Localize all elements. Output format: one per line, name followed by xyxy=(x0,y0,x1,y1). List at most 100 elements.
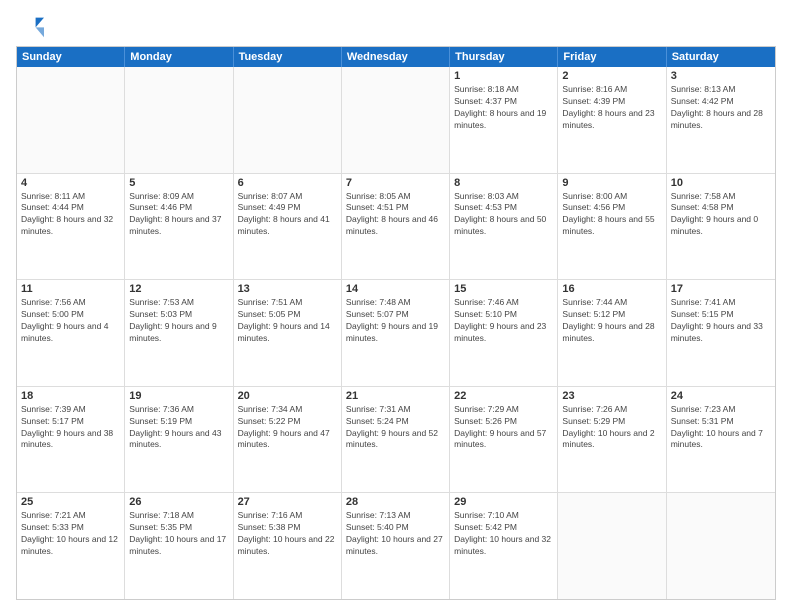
cal-cell: 28 Sunrise: 7:13 AMSunset: 5:40 PMDayligh… xyxy=(342,493,450,599)
day-info: Sunrise: 8:18 AMSunset: 4:37 PMDaylight:… xyxy=(454,84,553,132)
cal-cell xyxy=(667,493,775,599)
cal-cell: 17 Sunrise: 7:41 AMSunset: 5:15 PMDayligh… xyxy=(667,280,775,386)
day-number: 15 xyxy=(454,283,553,295)
day-number: 3 xyxy=(671,70,771,82)
day-number: 14 xyxy=(346,283,445,295)
day-number: 2 xyxy=(562,70,661,82)
day-info: Sunrise: 8:07 AMSunset: 4:49 PMDaylight:… xyxy=(238,191,337,239)
calendar-week-1: 1 Sunrise: 8:18 AMSunset: 4:37 PMDaylight… xyxy=(17,67,775,174)
day-number: 28 xyxy=(346,496,445,508)
day-info: Sunrise: 7:13 AMSunset: 5:40 PMDaylight:… xyxy=(346,510,445,558)
day-info: Sunrise: 7:16 AMSunset: 5:38 PMDaylight:… xyxy=(238,510,337,558)
day-info: Sunrise: 8:16 AMSunset: 4:39 PMDaylight:… xyxy=(562,84,661,132)
day-number: 6 xyxy=(238,177,337,189)
header-cell-wednesday: Wednesday xyxy=(342,47,450,67)
day-info: Sunrise: 7:53 AMSunset: 5:03 PMDaylight:… xyxy=(129,297,228,345)
day-info: Sunrise: 7:23 AMSunset: 5:31 PMDaylight:… xyxy=(671,404,771,452)
day-number: 13 xyxy=(238,283,337,295)
page: SundayMondayTuesdayWednesdayThursdayFrid… xyxy=(0,0,792,612)
day-info: Sunrise: 7:36 AMSunset: 5:19 PMDaylight:… xyxy=(129,404,228,452)
day-number: 1 xyxy=(454,70,553,82)
day-info: Sunrise: 7:21 AMSunset: 5:33 PMDaylight:… xyxy=(21,510,120,558)
calendar-week-5: 25 Sunrise: 7:21 AMSunset: 5:33 PMDayligh… xyxy=(17,493,775,599)
day-number: 19 xyxy=(129,390,228,402)
cal-cell: 15Sunrise: 7:46 AMSunset: 5:10 PMDayligh… xyxy=(450,280,558,386)
day-info: Sunrise: 7:10 AMSunset: 5:42 PMDaylight:… xyxy=(454,510,553,558)
cal-cell xyxy=(125,67,233,173)
cal-cell: 19 Sunrise: 7:36 AMSunset: 5:19 PMDayligh… xyxy=(125,387,233,493)
cal-cell: 5Sunrise: 8:09 AMSunset: 4:46 PMDaylight… xyxy=(125,174,233,280)
day-number: 21 xyxy=(346,390,445,402)
day-number: 10 xyxy=(671,177,771,189)
cal-cell: 21 Sunrise: 7:31 AMSunset: 5:24 PMDayligh… xyxy=(342,387,450,493)
day-info: Sunrise: 7:34 AMSunset: 5:22 PMDaylight:… xyxy=(238,404,337,452)
day-number: 9 xyxy=(562,177,661,189)
day-number: 24 xyxy=(671,390,771,402)
header-cell-friday: Friday xyxy=(558,47,666,67)
calendar-week-3: 11 Sunrise: 7:56 AMSunset: 5:00 PMDayligh… xyxy=(17,280,775,387)
logo-icon xyxy=(16,12,44,40)
day-info: Sunrise: 8:11 AMSunset: 4:44 PMDaylight:… xyxy=(21,191,120,239)
cal-cell: 18 Sunrise: 7:39 AMSunset: 5:17 PMDayligh… xyxy=(17,387,125,493)
header-cell-tuesday: Tuesday xyxy=(234,47,342,67)
logo xyxy=(16,12,48,40)
cal-cell: 6 Sunrise: 8:07 AMSunset: 4:49 PMDaylight… xyxy=(234,174,342,280)
header xyxy=(16,12,776,40)
cal-cell: 11 Sunrise: 7:56 AMSunset: 5:00 PMDayligh… xyxy=(17,280,125,386)
calendar-week-2: 4 Sunrise: 8:11 AMSunset: 4:44 PMDaylight… xyxy=(17,174,775,281)
day-info: Sunrise: 8:03 AMSunset: 4:53 PMDaylight:… xyxy=(454,191,553,239)
day-number: 18 xyxy=(21,390,120,402)
day-number: 4 xyxy=(21,177,120,189)
cal-cell: 26 Sunrise: 7:18 AMSunset: 5:35 PMDayligh… xyxy=(125,493,233,599)
day-info: Sunrise: 7:26 AMSunset: 5:29 PMDaylight:… xyxy=(562,404,661,452)
day-info: Sunrise: 7:51 AMSunset: 5:05 PMDaylight:… xyxy=(238,297,337,345)
header-cell-monday: Monday xyxy=(125,47,233,67)
cal-cell: 16Sunrise: 7:44 AMSunset: 5:12 PMDayligh… xyxy=(558,280,666,386)
cal-cell xyxy=(17,67,125,173)
day-number: 23 xyxy=(562,390,661,402)
day-number: 17 xyxy=(671,283,771,295)
header-cell-saturday: Saturday xyxy=(667,47,775,67)
cal-cell xyxy=(558,493,666,599)
day-info: Sunrise: 7:41 AMSunset: 5:15 PMDaylight:… xyxy=(671,297,771,345)
day-number: 8 xyxy=(454,177,553,189)
cal-cell: 3 Sunrise: 8:13 AMSunset: 4:42 PMDaylight… xyxy=(667,67,775,173)
day-info: Sunrise: 7:58 AMSunset: 4:58 PMDaylight:… xyxy=(671,191,771,239)
day-info: Sunrise: 7:48 AMSunset: 5:07 PMDaylight:… xyxy=(346,297,445,345)
day-number: 11 xyxy=(21,283,120,295)
cal-cell: 13 Sunrise: 7:51 AMSunset: 5:05 PMDayligh… xyxy=(234,280,342,386)
cal-cell: 7 Sunrise: 8:05 AMSunset: 4:51 PMDaylight… xyxy=(342,174,450,280)
day-number: 7 xyxy=(346,177,445,189)
cal-cell: 4 Sunrise: 8:11 AMSunset: 4:44 PMDaylight… xyxy=(17,174,125,280)
cal-cell: 14 Sunrise: 7:48 AMSunset: 5:07 PMDayligh… xyxy=(342,280,450,386)
calendar-header: SundayMondayTuesdayWednesdayThursdayFrid… xyxy=(17,47,775,67)
cal-cell: 22 Sunrise: 7:29 AMSunset: 5:26 PMDayligh… xyxy=(450,387,558,493)
cal-cell: 25 Sunrise: 7:21 AMSunset: 5:33 PMDayligh… xyxy=(17,493,125,599)
day-number: 26 xyxy=(129,496,228,508)
day-info: Sunrise: 7:31 AMSunset: 5:24 PMDaylight:… xyxy=(346,404,445,452)
cal-cell xyxy=(342,67,450,173)
day-number: 20 xyxy=(238,390,337,402)
cal-cell: 23 Sunrise: 7:26 AMSunset: 5:29 PMDayligh… xyxy=(558,387,666,493)
cal-cell: 2 Sunrise: 8:16 AMSunset: 4:39 PMDaylight… xyxy=(558,67,666,173)
day-info: Sunrise: 8:00 AMSunset: 4:56 PMDaylight:… xyxy=(562,191,661,239)
calendar-week-4: 18 Sunrise: 7:39 AMSunset: 5:17 PMDayligh… xyxy=(17,387,775,494)
day-info: Sunrise: 7:56 AMSunset: 5:00 PMDaylight:… xyxy=(21,297,120,345)
cal-cell: 24 Sunrise: 7:23 AMSunset: 5:31 PMDayligh… xyxy=(667,387,775,493)
day-info: Sunrise: 7:29 AMSunset: 5:26 PMDaylight:… xyxy=(454,404,553,452)
day-number: 25 xyxy=(21,496,120,508)
header-cell-sunday: Sunday xyxy=(17,47,125,67)
day-number: 5 xyxy=(129,177,228,189)
cal-cell: 10 Sunrise: 7:58 AMSunset: 4:58 PMDayligh… xyxy=(667,174,775,280)
day-info: Sunrise: 8:13 AMSunset: 4:42 PMDaylight:… xyxy=(671,84,771,132)
calendar-body: 1 Sunrise: 8:18 AMSunset: 4:37 PMDaylight… xyxy=(17,67,775,599)
day-number: 16 xyxy=(562,283,661,295)
day-info: Sunrise: 8:05 AMSunset: 4:51 PMDaylight:… xyxy=(346,191,445,239)
day-info: Sunrise: 7:39 AMSunset: 5:17 PMDaylight:… xyxy=(21,404,120,452)
day-number: 22 xyxy=(454,390,553,402)
cal-cell: 27Sunrise: 7:16 AMSunset: 5:38 PMDayligh… xyxy=(234,493,342,599)
cal-cell xyxy=(234,67,342,173)
day-info: Sunrise: 7:18 AMSunset: 5:35 PMDaylight:… xyxy=(129,510,228,558)
cal-cell: 1 Sunrise: 8:18 AMSunset: 4:37 PMDaylight… xyxy=(450,67,558,173)
cal-cell: 20 Sunrise: 7:34 AMSunset: 5:22 PMDayligh… xyxy=(234,387,342,493)
